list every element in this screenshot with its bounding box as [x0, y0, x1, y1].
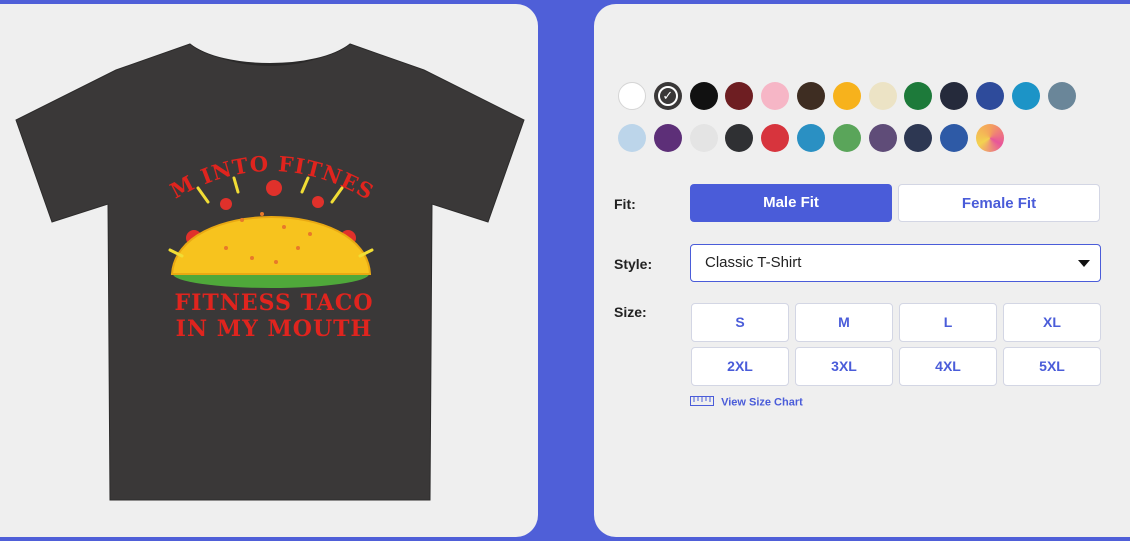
size-button-xl[interactable]: XL — [1003, 303, 1101, 342]
style-select[interactable]: Classic T-Shirt — [690, 244, 1101, 282]
product-options-panel: ✓ Fit: Male Fit Female Fit Style: Classi… — [594, 4, 1130, 537]
color-swatch-purple[interactable] — [653, 124, 682, 152]
color-swatch-maroon[interactable] — [725, 82, 754, 110]
color-swatch-heather-white[interactable] — [689, 124, 718, 152]
size-button-5xl[interactable]: 5XL — [1003, 347, 1101, 386]
color-swatch-dark-navy[interactable] — [940, 82, 969, 110]
color-swatch-heather-purple[interactable] — [868, 124, 897, 152]
color-swatch-sky-blue[interactable] — [797, 124, 825, 152]
male-fit-button[interactable]: Male Fit — [690, 184, 892, 222]
color-swatch-dark-brown[interactable] — [797, 82, 825, 110]
size-button-s[interactable]: S — [691, 303, 789, 342]
ruler-icon — [690, 396, 714, 409]
style-label: Style: — [614, 256, 653, 272]
size-button-l[interactable]: L — [899, 303, 997, 342]
color-swatch-tie-dye[interactable] — [976, 124, 1004, 152]
color-swatch-white[interactable] — [618, 82, 646, 110]
size-button-4xl[interactable]: 4XL — [899, 347, 997, 386]
color-swatch-charcoal-selected[interactable]: ✓ — [653, 82, 682, 110]
color-swatch-gold[interactable] — [832, 82, 861, 110]
size-button-m[interactable]: M — [795, 303, 893, 342]
color-swatch-turquoise[interactable] — [1011, 82, 1040, 110]
female-fit-button[interactable]: Female Fit — [898, 184, 1100, 222]
design-line-2: FITNESS TACO — [174, 290, 373, 316]
size-label: Size: — [614, 304, 647, 320]
tshirt-graphic: I'M INTO FITNESS — [4, 22, 525, 501]
color-swatch-green[interactable] — [832, 124, 861, 152]
color-swatch-slate[interactable] — [1047, 82, 1076, 110]
tshirt-image: I'M INTO FITNESS — [4, 22, 528, 504]
size-button-2xl[interactable]: 2XL — [691, 347, 789, 386]
color-swatch-heather-navy[interactable] — [904, 124, 933, 152]
view-size-chart-link[interactable]: View Size Chart — [690, 396, 803, 409]
product-preview-panel: I'M INTO FITNESS — [0, 4, 538, 537]
color-swatch-royal-heather[interactable] — [976, 82, 1004, 110]
style-select-value: Classic T-Shirt — [705, 254, 802, 271]
color-swatch-kelly-green[interactable] — [904, 82, 933, 110]
fit-label: Fit: — [614, 196, 636, 212]
color-swatch-cream[interactable] — [868, 82, 897, 110]
check-icon: ✓ — [662, 88, 674, 103]
color-swatch-heather-royal[interactable] — [940, 124, 969, 152]
color-swatch-charcoal[interactable] — [725, 124, 754, 152]
color-swatch-red[interactable] — [761, 124, 790, 152]
design-line-3: IN MY MOUTH — [176, 316, 373, 342]
color-swatch-light-pink[interactable] — [761, 82, 790, 110]
chevron-down-icon — [1078, 260, 1090, 267]
color-swatch-black[interactable] — [689, 82, 718, 110]
color-swatch-light-blue[interactable] — [618, 124, 646, 152]
size-button-3xl[interactable]: 3XL — [795, 347, 893, 386]
view-size-chart-label: View Size Chart — [721, 396, 803, 409]
